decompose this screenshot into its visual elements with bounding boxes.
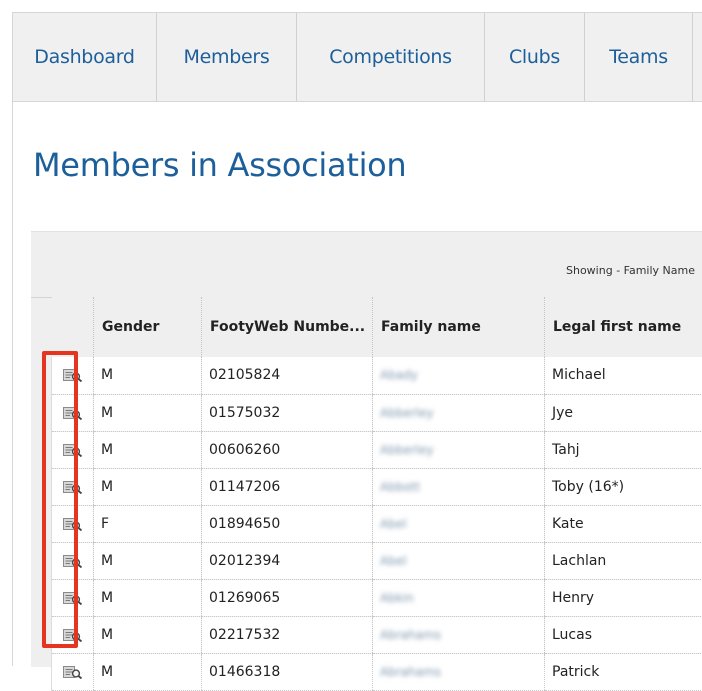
family-name-text: Abady xyxy=(380,368,418,382)
cell-legal-first-name: Patrick xyxy=(545,653,702,690)
cell-footyweb-number: 01894650 xyxy=(202,505,373,542)
cell-legal-first-name: Lucas xyxy=(545,616,702,653)
showing-text: Showing - Family Name xyxy=(566,264,702,277)
nav-dashboard[interactable]: Dashboard xyxy=(13,13,157,101)
table-row[interactable]: M02217532 Abrahams Lucas xyxy=(52,616,702,653)
top-navigation: Dashboard Members Competitions Clubs Tea… xyxy=(12,12,702,102)
family-name-text: Abrahams xyxy=(380,665,441,679)
view-cell[interactable] xyxy=(52,653,94,690)
table-row[interactable]: M01575032 Abberley Jye xyxy=(52,394,702,431)
nav-clubs[interactable]: Clubs xyxy=(485,13,585,101)
cell-family-name: Abrahams xyxy=(373,616,545,653)
page-border xyxy=(12,102,13,666)
table-row[interactable]: M01466318 Abrahams Patrick xyxy=(52,653,702,690)
family-name-text: Abel xyxy=(380,517,407,531)
table-row[interactable]: M02012394 Abel Lachlan xyxy=(52,542,702,579)
cell-footyweb-number: 02105824 xyxy=(202,357,373,394)
cell-gender: M xyxy=(94,579,202,616)
cell-legal-first-name: Michael xyxy=(545,357,702,394)
cell-legal-first-name: Henry xyxy=(545,579,702,616)
table-row[interactable]: M01147206 Abbott Toby (16*) xyxy=(52,468,702,505)
cell-family-name: Abbott xyxy=(373,468,545,505)
cell-legal-first-name: Kate xyxy=(545,505,702,542)
table-row[interactable]: M00606260 Abberley Tahj xyxy=(52,431,702,468)
table-row[interactable]: M01269065 Abkin Henry xyxy=(52,579,702,616)
table-row[interactable]: M02105824 Abady Michael xyxy=(52,357,702,394)
cell-footyweb-number: 01466318 xyxy=(202,653,373,690)
nav-competitions[interactable]: Competitions xyxy=(297,13,485,101)
table-header-row: Gender FootyWeb Numbe... Family name Leg… xyxy=(52,297,702,357)
cell-gender: M xyxy=(94,616,202,653)
cell-gender: M xyxy=(94,653,202,690)
family-name-text: Abbott xyxy=(380,480,420,494)
cell-legal-first-name: Lachlan xyxy=(545,542,702,579)
members-table: Gender FootyWeb Numbe... Family name Leg… xyxy=(51,297,702,691)
highlight-box xyxy=(42,351,78,648)
table-row[interactable]: F01894650 Abel Kate xyxy=(52,505,702,542)
cell-family-name: Abberley xyxy=(373,431,545,468)
family-name-text: Abkin xyxy=(380,591,414,605)
cell-family-name: Abrahams xyxy=(373,653,545,690)
cell-footyweb-number: 01269065 xyxy=(202,579,373,616)
cell-family-name: Abkin xyxy=(373,579,545,616)
cell-family-name: Abel xyxy=(373,505,545,542)
family-name-text: Abel xyxy=(380,554,407,568)
cell-family-name: Abel xyxy=(373,542,545,579)
cell-legal-first-name: Tahj xyxy=(545,431,702,468)
view-record-icon[interactable] xyxy=(63,665,83,679)
cell-family-name: Abady xyxy=(373,357,545,394)
family-name-text: Abberley xyxy=(380,406,434,420)
cell-footyweb-number: 02217532 xyxy=(202,616,373,653)
cell-family-name: Abberley xyxy=(373,394,545,431)
cell-gender: M xyxy=(94,431,202,468)
page-title: Members in Association xyxy=(33,146,406,184)
cell-gender: M xyxy=(94,542,202,579)
family-name-text: Abrahams xyxy=(380,628,441,642)
column-header-family-name[interactable]: Family name xyxy=(373,297,545,357)
cell-footyweb-number: 01147206 xyxy=(202,468,373,505)
nav-teams[interactable]: Teams xyxy=(585,13,693,101)
column-header-actions xyxy=(52,297,94,357)
cell-gender: M xyxy=(94,468,202,505)
cell-gender: M xyxy=(94,357,202,394)
cell-legal-first-name: Toby (16*) xyxy=(545,468,702,505)
cell-footyweb-number: 00606260 xyxy=(202,431,373,468)
nav-members[interactable]: Members xyxy=(157,13,297,101)
cell-gender: M xyxy=(94,394,202,431)
column-header-gender[interactable]: Gender xyxy=(94,297,202,357)
family-name-text: Abberley xyxy=(380,443,434,457)
column-header-legal-first-name[interactable]: Legal first name xyxy=(545,297,702,357)
cell-gender: F xyxy=(94,505,202,542)
cell-footyweb-number: 01575032 xyxy=(202,394,373,431)
cell-footyweb-number: 02012394 xyxy=(202,542,373,579)
cell-legal-first-name: Jye xyxy=(545,394,702,431)
column-header-footyweb-number[interactable]: FootyWeb Numbe... xyxy=(202,297,373,357)
